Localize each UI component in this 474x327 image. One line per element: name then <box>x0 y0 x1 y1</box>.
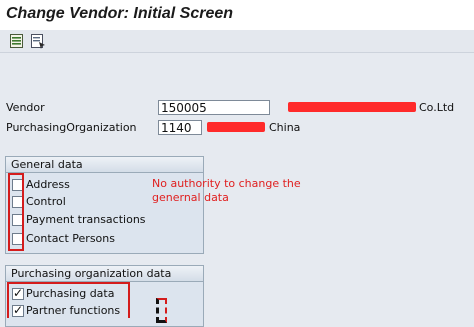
vendor-label: Vendor <box>6 101 45 114</box>
purch-org-field[interactable]: 1140 <box>158 120 202 135</box>
annotation-highlight-box <box>8 173 24 251</box>
checkbox-label: Payment transactions <box>26 213 146 226</box>
checkbox-label: Contact Persons <box>26 232 115 245</box>
application-toolbar <box>0 30 474 53</box>
annotation-dashed-bracket <box>156 298 167 323</box>
select-data-icon[interactable] <box>9 33 25 49</box>
checkbox-label: Control <box>26 195 66 208</box>
page-title: Change Vendor: Initial Screen <box>6 5 234 22</box>
title-bar: Change Vendor: Initial Screen <box>0 0 474 30</box>
purch-org-label: PurchasingOrganization <box>6 121 137 134</box>
annotation-highlight-box <box>7 282 130 318</box>
general-data-group: General data Address Control Payment tra… <box>5 156 204 254</box>
group-title: Purchasing organization data <box>6 266 203 282</box>
checkbox-label: Address <box>26 178 70 191</box>
redaction-mark <box>207 122 265 132</box>
vendor-name-suffix: Co.Ltd <box>419 101 455 114</box>
copy-template-icon[interactable] <box>30 33 46 49</box>
redaction-mark <box>288 102 416 112</box>
vendor-field[interactable]: 150005 <box>158 100 270 115</box>
annotation-note: No authority to change the genernal data <box>152 177 301 204</box>
purch-org-name-suffix: China <box>269 121 301 134</box>
group-title: General data <box>6 157 203 173</box>
